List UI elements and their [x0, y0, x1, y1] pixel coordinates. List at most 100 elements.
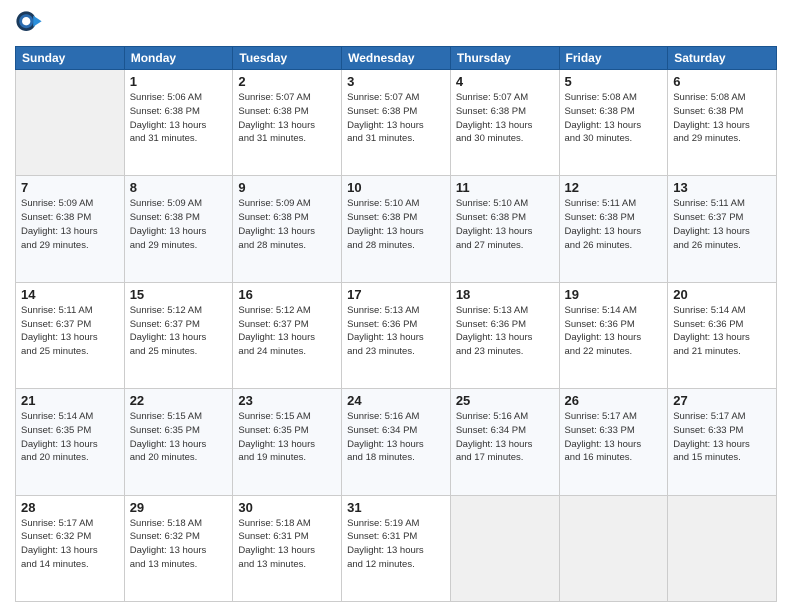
day-info: Sunrise: 5:15 AM Sunset: 6:35 PM Dayligh…	[130, 410, 228, 465]
day-cell: 27Sunrise: 5:17 AM Sunset: 6:33 PM Dayli…	[668, 389, 777, 495]
day-info: Sunrise: 5:06 AM Sunset: 6:38 PM Dayligh…	[130, 91, 228, 146]
week-row-3: 14 Sunrise: 5:11 AM Sunset: 6:37 PM Dayli…	[16, 282, 777, 388]
day-info: Sunrise: 5:17 AM Sunset: 6:33 PM Dayligh…	[565, 410, 663, 465]
day-number: 14	[21, 287, 119, 302]
day-info: Sunrise: 5:18 AM Sunset: 6:32 PM Dayligh…	[130, 517, 228, 572]
day-cell: 30 Sunrise: 5:18 AM Sunset: 6:31 PM Dayli…	[233, 495, 342, 601]
day-cell: 14 Sunrise: 5:11 AM Sunset: 6:37 PM Dayli…	[16, 282, 125, 388]
day-number: 3	[347, 74, 445, 89]
day-cell: 20 Sunrise: 5:14 AM Sunset: 6:36 PM Dayli…	[668, 282, 777, 388]
day-info: Sunrise: 5:11 AM Sunset: 6:37 PM Dayligh…	[21, 304, 119, 359]
day-info: Sunrise: 5:18 AM Sunset: 6:31 PM Dayligh…	[238, 517, 336, 572]
header	[15, 10, 777, 38]
day-cell: 23 Sunrise: 5:15 AM Sunset: 6:35 PM Dayli…	[233, 389, 342, 495]
logo	[15, 10, 47, 38]
day-number: 11	[456, 180, 554, 195]
day-cell: 18 Sunrise: 5:13 AM Sunset: 6:36 PM Dayli…	[450, 282, 559, 388]
week-row-2: 7 Sunrise: 5:09 AM Sunset: 6:38 PM Daylig…	[16, 176, 777, 282]
day-number: 4	[456, 74, 554, 89]
day-cell: 8Sunrise: 5:09 AM Sunset: 6:38 PM Daylig…	[124, 176, 233, 282]
day-number: 1	[130, 74, 228, 89]
day-number: 17	[347, 287, 445, 302]
day-cell: 25 Sunrise: 5:16 AM Sunset: 6:34 PM Dayli…	[450, 389, 559, 495]
day-info: Sunrise: 5:14 AM Sunset: 6:35 PM Dayligh…	[21, 410, 119, 465]
day-number: 24	[347, 393, 445, 408]
day-number: 21	[21, 393, 119, 408]
day-cell: 1 Sunrise: 5:06 AM Sunset: 6:38 PM Daylig…	[124, 70, 233, 176]
day-info: Sunrise: 5:13 AM Sunset: 6:36 PM Dayligh…	[456, 304, 554, 359]
day-cell	[559, 495, 668, 601]
day-cell: 2Sunrise: 5:07 AM Sunset: 6:38 PM Daylig…	[233, 70, 342, 176]
day-info: Sunrise: 5:19 AM Sunset: 6:31 PM Dayligh…	[347, 517, 445, 572]
day-number: 20	[673, 287, 771, 302]
calendar-header-row: SundayMondayTuesdayWednesdayThursdayFrid…	[16, 47, 777, 70]
day-info: Sunrise: 5:07 AM Sunset: 6:38 PM Dayligh…	[456, 91, 554, 146]
day-number: 13	[673, 180, 771, 195]
day-number: 29	[130, 500, 228, 515]
day-number: 19	[565, 287, 663, 302]
day-cell: 12 Sunrise: 5:11 AM Sunset: 6:38 PM Dayli…	[559, 176, 668, 282]
day-cell: 26Sunrise: 5:17 AM Sunset: 6:33 PM Dayli…	[559, 389, 668, 495]
day-info: Sunrise: 5:11 AM Sunset: 6:38 PM Dayligh…	[565, 197, 663, 252]
day-cell: 4 Sunrise: 5:07 AM Sunset: 6:38 PM Daylig…	[450, 70, 559, 176]
day-cell: 22 Sunrise: 5:15 AM Sunset: 6:35 PM Dayli…	[124, 389, 233, 495]
day-number: 9	[238, 180, 336, 195]
column-header-friday: Friday	[559, 47, 668, 70]
day-cell	[668, 495, 777, 601]
day-info: Sunrise: 5:10 AM Sunset: 6:38 PM Dayligh…	[456, 197, 554, 252]
day-number: 25	[456, 393, 554, 408]
day-number: 7	[21, 180, 119, 195]
day-info: Sunrise: 5:11 AM Sunset: 6:37 PM Dayligh…	[673, 197, 771, 252]
day-number: 28	[21, 500, 119, 515]
day-cell: 7 Sunrise: 5:09 AM Sunset: 6:38 PM Daylig…	[16, 176, 125, 282]
column-header-tuesday: Tuesday	[233, 47, 342, 70]
day-cell: 16 Sunrise: 5:12 AM Sunset: 6:37 PM Dayli…	[233, 282, 342, 388]
column-header-monday: Monday	[124, 47, 233, 70]
week-row-4: 21 Sunrise: 5:14 AM Sunset: 6:35 PM Dayli…	[16, 389, 777, 495]
day-cell: 6Sunrise: 5:08 AM Sunset: 6:38 PM Daylig…	[668, 70, 777, 176]
day-number: 16	[238, 287, 336, 302]
day-info: Sunrise: 5:10 AM Sunset: 6:38 PM Dayligh…	[347, 197, 445, 252]
day-info: Sunrise: 5:16 AM Sunset: 6:34 PM Dayligh…	[456, 410, 554, 465]
page: SundayMondayTuesdayWednesdayThursdayFrid…	[0, 0, 792, 612]
day-info: Sunrise: 5:09 AM Sunset: 6:38 PM Dayligh…	[21, 197, 119, 252]
day-number: 30	[238, 500, 336, 515]
day-info: Sunrise: 5:09 AM Sunset: 6:38 PM Dayligh…	[130, 197, 228, 252]
day-info: Sunrise: 5:12 AM Sunset: 6:37 PM Dayligh…	[238, 304, 336, 359]
day-cell	[450, 495, 559, 601]
calendar-table: SundayMondayTuesdayWednesdayThursdayFrid…	[15, 46, 777, 602]
day-cell: 17 Sunrise: 5:13 AM Sunset: 6:36 PM Dayli…	[342, 282, 451, 388]
day-info: Sunrise: 5:13 AM Sunset: 6:36 PM Dayligh…	[347, 304, 445, 359]
day-info: Sunrise: 5:15 AM Sunset: 6:35 PM Dayligh…	[238, 410, 336, 465]
day-cell: 11 Sunrise: 5:10 AM Sunset: 6:38 PM Dayli…	[450, 176, 559, 282]
day-info: Sunrise: 5:09 AM Sunset: 6:38 PM Dayligh…	[238, 197, 336, 252]
day-cell: 24 Sunrise: 5:16 AM Sunset: 6:34 PM Dayli…	[342, 389, 451, 495]
day-info: Sunrise: 5:08 AM Sunset: 6:38 PM Dayligh…	[565, 91, 663, 146]
day-cell: 10 Sunrise: 5:10 AM Sunset: 6:38 PM Dayli…	[342, 176, 451, 282]
day-cell	[16, 70, 125, 176]
column-header-wednesday: Wednesday	[342, 47, 451, 70]
day-cell: 5 Sunrise: 5:08 AM Sunset: 6:38 PM Daylig…	[559, 70, 668, 176]
day-number: 18	[456, 287, 554, 302]
day-info: Sunrise: 5:07 AM Sunset: 6:38 PM Dayligh…	[347, 91, 445, 146]
day-cell: 19 Sunrise: 5:14 AM Sunset: 6:36 PM Dayli…	[559, 282, 668, 388]
day-cell: 28Sunrise: 5:17 AM Sunset: 6:32 PM Dayli…	[16, 495, 125, 601]
day-number: 10	[347, 180, 445, 195]
logo-icon	[15, 10, 43, 38]
column-header-thursday: Thursday	[450, 47, 559, 70]
day-info: Sunrise: 5:14 AM Sunset: 6:36 PM Dayligh…	[673, 304, 771, 359]
day-number: 15	[130, 287, 228, 302]
day-info: Sunrise: 5:07 AM Sunset: 6:38 PM Dayligh…	[238, 91, 336, 146]
day-number: 31	[347, 500, 445, 515]
day-number: 22	[130, 393, 228, 408]
day-info: Sunrise: 5:14 AM Sunset: 6:36 PM Dayligh…	[565, 304, 663, 359]
day-number: 5	[565, 74, 663, 89]
day-info: Sunrise: 5:17 AM Sunset: 6:33 PM Dayligh…	[673, 410, 771, 465]
day-number: 23	[238, 393, 336, 408]
day-info: Sunrise: 5:16 AM Sunset: 6:34 PM Dayligh…	[347, 410, 445, 465]
day-cell: 21 Sunrise: 5:14 AM Sunset: 6:35 PM Dayli…	[16, 389, 125, 495]
day-number: 6	[673, 74, 771, 89]
week-row-5: 28Sunrise: 5:17 AM Sunset: 6:32 PM Dayli…	[16, 495, 777, 601]
week-row-1: 1 Sunrise: 5:06 AM Sunset: 6:38 PM Daylig…	[16, 70, 777, 176]
day-number: 12	[565, 180, 663, 195]
